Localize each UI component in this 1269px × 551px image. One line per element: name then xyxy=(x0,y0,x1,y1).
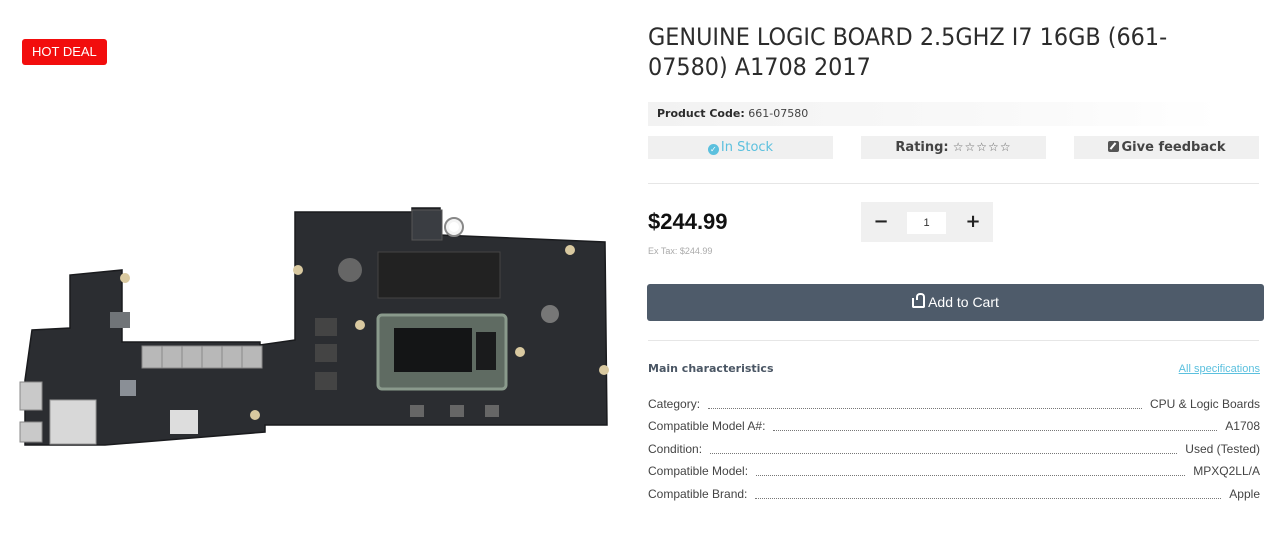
all-specifications-link[interactable]: All specifications xyxy=(1179,362,1260,376)
dotted-leader xyxy=(773,430,1218,431)
spec-value: A1708 xyxy=(1225,419,1260,433)
add-to-cart-button[interactable]: Add to Cart xyxy=(647,284,1264,321)
main-characteristics-title: Main characteristics xyxy=(648,362,774,375)
spec-row-compatible-model: Compatible Model: MPXQ2LL/A xyxy=(648,457,1260,480)
stock-status-label: In Stock xyxy=(720,140,774,155)
dotted-leader xyxy=(710,452,1178,454)
rating-label: Rating: xyxy=(895,140,949,155)
spec-value: Used (Tested) xyxy=(1185,441,1260,456)
spec-value: Apple xyxy=(1229,486,1260,501)
hot-deal-badge: HOT DEAL xyxy=(22,39,107,65)
give-feedback-label: Give feedback xyxy=(1121,140,1226,155)
stock-status: ✓ In Stock xyxy=(648,136,833,159)
spec-row-condition: Condition: Used (Tested) xyxy=(648,434,1260,457)
divider xyxy=(648,183,1259,184)
rating-display: Rating: ☆☆☆☆☆ xyxy=(861,136,1046,159)
dotted-leader xyxy=(708,407,1142,409)
spec-label: Compatible Brand: xyxy=(648,486,748,501)
divider xyxy=(648,340,1259,341)
add-to-cart-label: Add to Cart xyxy=(928,294,999,310)
spec-value: MPXQ2LL/A xyxy=(1193,464,1260,478)
spec-row-compatible-brand: Compatible Brand: Apple xyxy=(648,479,1260,502)
product-code-bar: Product Code: 661-07580 xyxy=(648,102,1220,126)
minus-icon: − xyxy=(873,211,889,232)
basket-icon xyxy=(912,293,926,308)
spec-row-compatible-model-number: Compatible Model A#: A1708 xyxy=(648,412,1260,435)
spec-label: Compatible Model: xyxy=(648,464,749,478)
spec-value: CPU & Logic Boards xyxy=(1149,396,1260,411)
spec-label: Condition: xyxy=(648,441,703,456)
ex-tax-price: Ex Tax: $244.99 xyxy=(648,246,713,256)
pencil-square-icon xyxy=(1107,141,1119,152)
spec-label: Category: xyxy=(648,396,701,411)
dotted-leader xyxy=(755,497,1222,499)
price: $244.99 xyxy=(648,209,728,234)
spec-row-category: Category: CPU & Logic Boards xyxy=(648,389,1260,412)
quantity-decrease-button[interactable]: − xyxy=(861,202,901,242)
product-gallery: HOT DEAL xyxy=(0,0,630,551)
product-code-value: 661-07580 xyxy=(748,107,809,120)
give-feedback-button[interactable]: Give feedback xyxy=(1074,136,1259,159)
quantity-input[interactable] xyxy=(907,212,946,234)
product-code-label: Product Code: xyxy=(657,107,745,120)
check-circle-icon: ✓ xyxy=(707,144,719,155)
spec-label: Compatible Model A#: xyxy=(648,419,766,433)
quantity-increase-button[interactable]: + xyxy=(953,202,993,242)
plus-icon: + xyxy=(965,211,981,232)
product-title: GENUINE LOGIC BOARD 2.5GHZ I7 16GB (661-… xyxy=(648,23,1168,81)
quantity-stepper: − + xyxy=(861,202,993,242)
product-image[interactable] xyxy=(10,200,620,460)
rating-stars-icon: ☆☆☆☆☆ xyxy=(952,140,1012,154)
dotted-leader xyxy=(756,475,1186,476)
characteristics-list: Category: CPU & Logic Boards Compatible … xyxy=(648,389,1260,502)
